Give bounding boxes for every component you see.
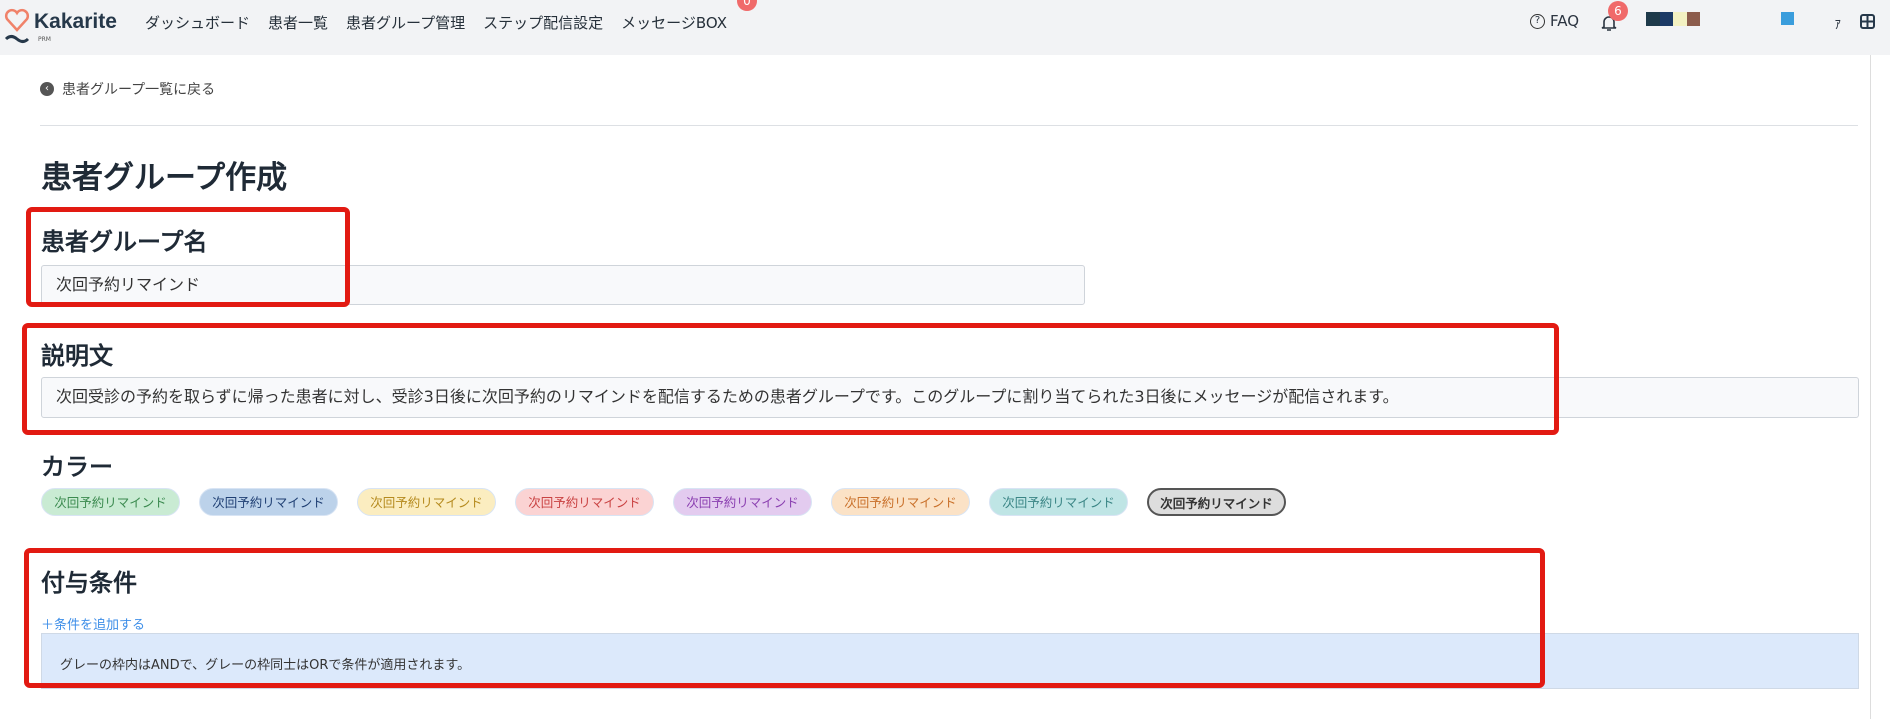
highlight-box-condition — [24, 548, 1545, 688]
back-link-label: 患者グループ一覧に戻る — [62, 82, 216, 98]
scrollbar[interactable] — [1870, 55, 1871, 719]
color-option[interactable]: 次回予約リマインド — [989, 488, 1128, 516]
nav-message-box[interactable]: メッセージBOX — [621, 12, 727, 33]
user-initial[interactable]: ｧ — [1834, 12, 1842, 33]
color-option[interactable]: 次回予約リマインド — [831, 488, 970, 516]
color-option[interactable]: 次回予約リマインド — [199, 488, 338, 516]
grid-menu-icon[interactable] — [1860, 14, 1875, 29]
color-option[interactable]: 次回予約リマインド — [357, 488, 496, 516]
nav-dashboard[interactable]: ダッシュボード — [145, 12, 250, 33]
nav-patient-group[interactable]: 患者グループ管理 — [346, 12, 465, 33]
color-option[interactable]: 次回予約リマインド — [515, 488, 654, 516]
top-header: Kakarite PRM ダッシュボード 患者一覧 患者グループ管理 ステップ配… — [0, 0, 1890, 55]
color-option[interactable]: 次回予約リマインド — [1147, 488, 1286, 516]
help-icon: ? — [1530, 13, 1545, 29]
message-badge: 0 — [737, 0, 757, 11]
faq-label: FAQ — [1550, 12, 1580, 30]
logo-text: Kakarite — [34, 10, 117, 33]
page-title: 患者グループ作成 — [41, 160, 288, 196]
divider — [40, 125, 1858, 126]
highlight-box-name — [26, 207, 350, 307]
faq-link[interactable]: ? FAQ — [1530, 12, 1579, 30]
nav-patient-list[interactable]: 患者一覧 — [268, 12, 328, 33]
main-nav: ダッシュボード 患者一覧 患者グループ管理 ステップ配信設定 メッセージBOX — [145, 12, 727, 33]
clinic-color-square — [1781, 12, 1794, 25]
nav-step-delivery[interactable]: ステップ配信設定 — [483, 12, 603, 33]
user-name-redacted[interactable] — [1646, 12, 1700, 26]
chevron-left-icon: ‹ — [40, 82, 54, 96]
heart-logo-icon — [4, 8, 30, 43]
highlight-box-description — [22, 323, 1559, 435]
logo-subtext: PRM — [38, 36, 51, 43]
color-option[interactable]: 次回予約リマインド — [41, 488, 180, 516]
logo[interactable]: Kakarite PRM — [4, 8, 134, 48]
notification-badge: 6 — [1608, 1, 1628, 21]
color-options: 次回予約リマインド 次回予約リマインド 次回予約リマインド 次回予約リマインド 次回予約… — [41, 488, 1286, 516]
back-link[interactable]: ‹ 患者グループ一覧に戻る — [40, 79, 215, 99]
color-option[interactable]: 次回予約リマインド — [673, 488, 812, 516]
color-label: カラー — [41, 453, 113, 481]
